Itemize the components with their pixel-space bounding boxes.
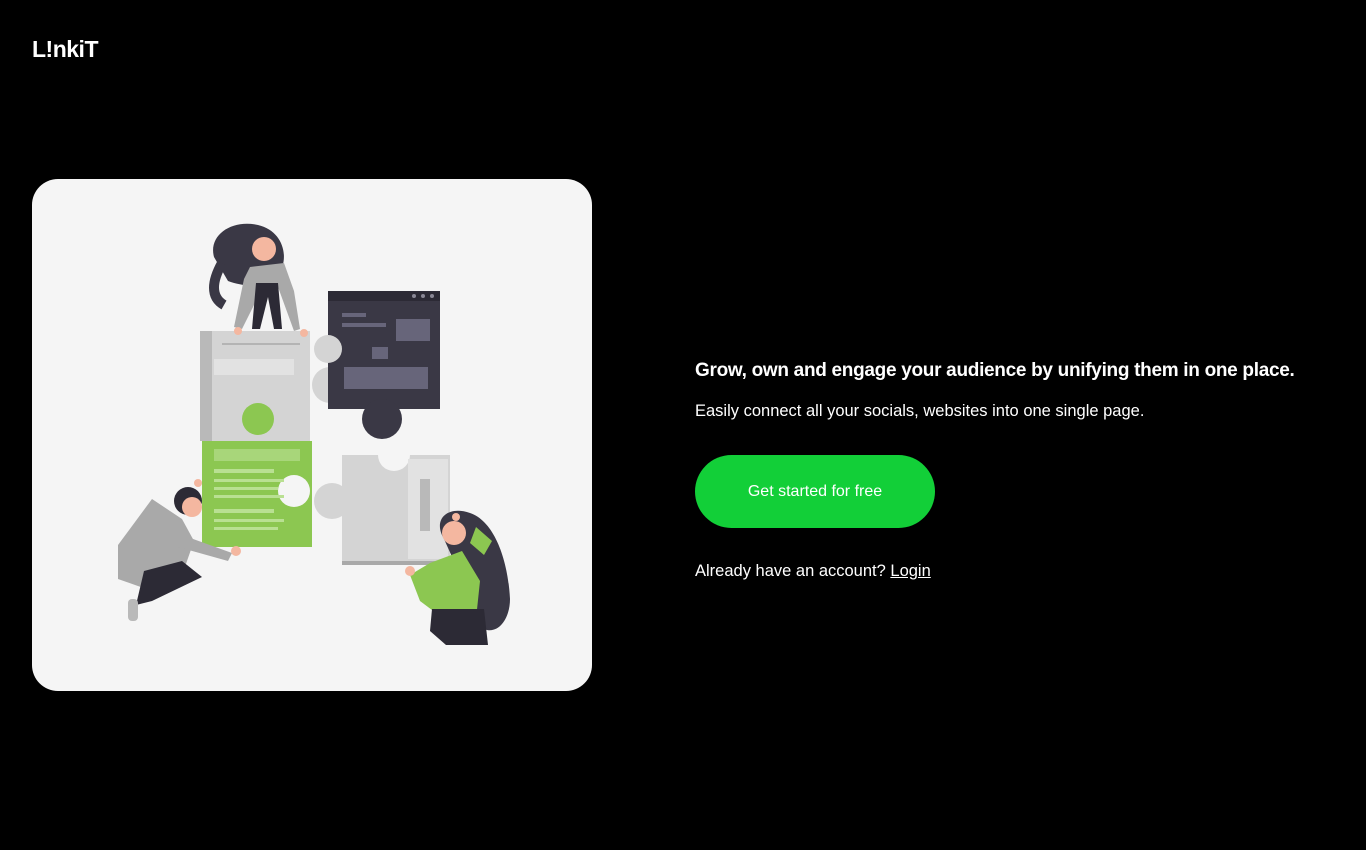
gray-puzzle-piece-right: [314, 439, 450, 565]
hero-illustration-card: [32, 179, 592, 691]
login-prompt: Already have an account? Login: [695, 562, 1355, 581]
puzzle-team-illustration: [118, 223, 510, 645]
account-prompt-text: Already have an account?: [695, 562, 886, 580]
hero-section: Grow, own and engage your audience by un…: [695, 360, 1355, 581]
dark-puzzle-piece: [314, 291, 440, 439]
hero-headline: Grow, own and engage your audience by un…: [695, 360, 1295, 381]
login-link[interactable]: Login: [890, 562, 930, 580]
hero-subline: Easily connect all your socials, website…: [695, 402, 1145, 420]
get-started-button[interactable]: Get started for free: [695, 455, 935, 528]
woman-top-figure: [209, 223, 308, 337]
logo[interactable]: L!nkiT: [32, 36, 99, 63]
